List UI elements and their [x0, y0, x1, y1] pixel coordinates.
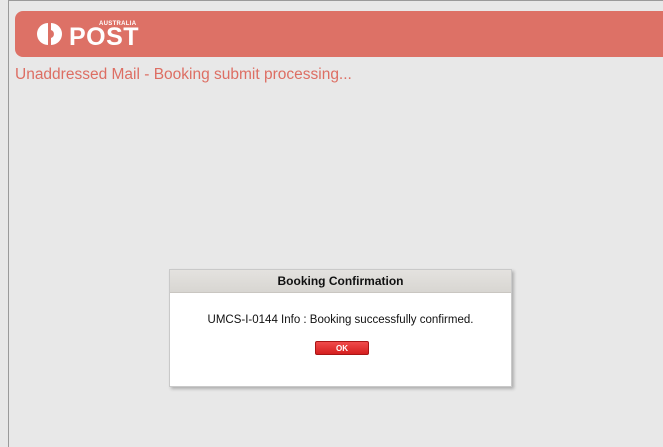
booking-confirmation-dialog: Booking Confirmation UMCS-I-0144 Info : …: [169, 269, 512, 387]
header-bar: AUSTRALIA POST: [15, 11, 663, 57]
page-title: Unaddressed Mail - Booking submit proces…: [15, 66, 352, 83]
ok-button[interactable]: OK: [315, 341, 369, 355]
dialog-title: Booking Confirmation: [170, 270, 511, 293]
dialog-message: UMCS-I-0144 Info : Booking successfully …: [207, 314, 474, 326]
australia-post-logo-icon: [37, 23, 62, 45]
logo-word-text: POST: [69, 23, 140, 51]
australia-post-logo: AUSTRALIA POST: [37, 19, 139, 50]
